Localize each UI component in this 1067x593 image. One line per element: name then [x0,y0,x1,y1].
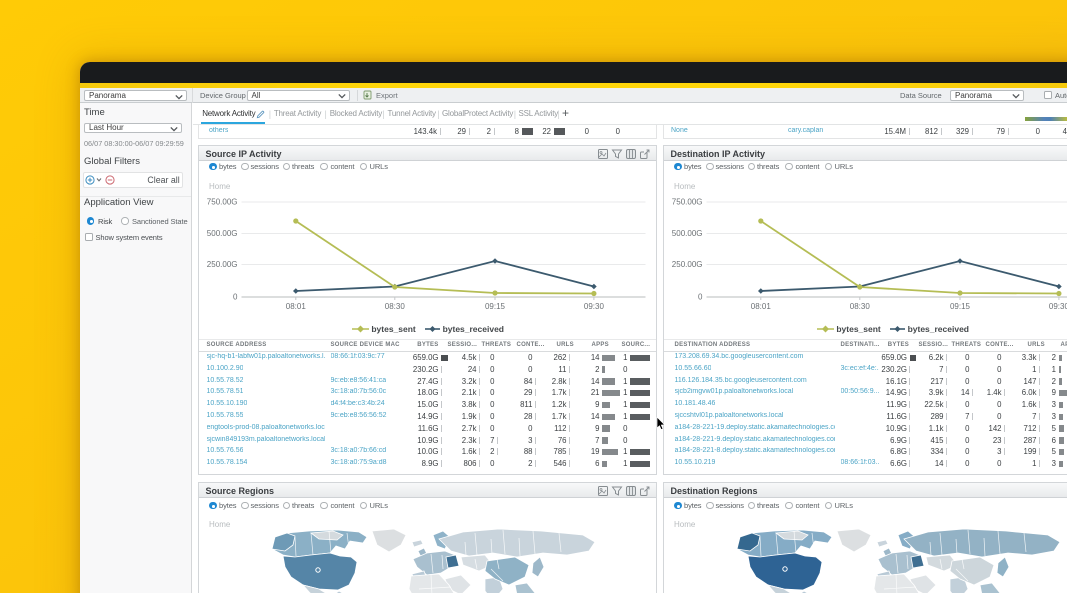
svg-text:250.00G: 250.00G [206,260,237,269]
svg-text:0: 0 [233,292,238,301]
svg-text:08:30: 08:30 [849,302,870,311]
svg-text:09:30: 09:30 [583,302,604,311]
svg-text:750.00G: 750.00G [671,197,702,206]
svg-text:500.00G: 500.00G [671,229,702,238]
svg-text:08:01: 08:01 [750,302,771,311]
svg-text:250.00G: 250.00G [671,260,702,269]
svg-text:09:15: 09:15 [484,302,505,311]
svg-text:500.00G: 500.00G [206,229,237,238]
svg-text:09:30: 09:30 [1048,302,1067,311]
svg-text:0: 0 [698,292,703,301]
svg-text:750.00G: 750.00G [206,197,237,206]
svg-text:08:30: 08:30 [384,302,405,311]
svg-text:09:15: 09:15 [949,302,970,311]
svg-text:08:01: 08:01 [285,302,306,311]
